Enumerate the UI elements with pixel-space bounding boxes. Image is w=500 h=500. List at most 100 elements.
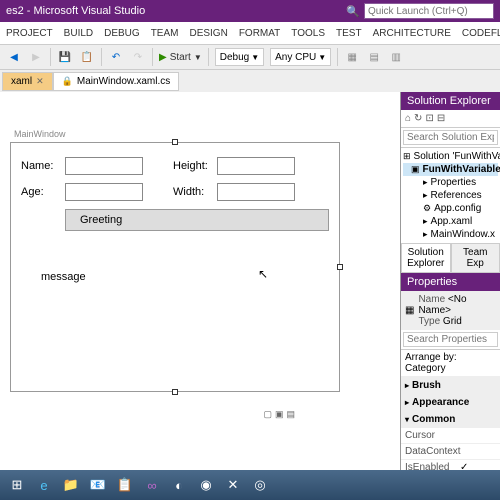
menu-team[interactable]: TEAM	[151, 28, 179, 39]
ref-icon: ▸	[423, 190, 428, 201]
cat-label: Common	[412, 414, 455, 425]
config-dropdown[interactable]: Debug ▼	[215, 48, 264, 66]
menu-project[interactable]: PROJECT	[6, 28, 53, 39]
tool-icon[interactable]: ▦	[344, 49, 360, 65]
tree-item[interactable]: ▸Properties	[403, 176, 498, 189]
quick-launch: 🔍	[346, 3, 494, 19]
age-input[interactable]	[65, 183, 143, 201]
width-label: Width:	[173, 186, 211, 198]
chevron-right-icon: ▸	[405, 398, 409, 407]
prop-cat-common[interactable]: ▾Common	[401, 411, 500, 428]
app-icon[interactable]: ◎	[247, 472, 273, 498]
start-label: Start	[170, 52, 191, 63]
solution-tree: ⊞Solution 'FunWithVariables' ▣FunWithVar…	[401, 148, 500, 243]
nav-fwd-icon[interactable]: ▶	[28, 49, 44, 65]
tab-xaml[interactable]: xaml ✕	[2, 72, 53, 91]
app-icon[interactable]: ◉	[193, 472, 219, 498]
chevron-down-icon: ▾	[405, 415, 409, 424]
save-icon[interactable]: 💾	[57, 49, 73, 65]
tree-label: App.config	[434, 203, 481, 214]
toolbar: ◀ ▶ 💾 📋 ↶ ↷ ▶ Start ▼ Debug ▼ Any CPU ▼ …	[0, 44, 500, 70]
menu-test[interactable]: TEST	[336, 28, 362, 39]
greeting-button[interactable]: Greeting	[65, 209, 329, 231]
app-icon[interactable]: 📋	[112, 472, 138, 498]
solution-explorer-title: Solution Explorer	[401, 92, 500, 110]
tool-icon[interactable]: ▥	[388, 49, 404, 65]
tree-item[interactable]: ▸References	[403, 189, 498, 202]
app-icon[interactable]: ✕	[220, 472, 246, 498]
app-icon[interactable]: ◐	[166, 472, 192, 498]
tree-solution[interactable]: ⊞Solution 'FunWithVariables'	[403, 150, 498, 163]
designer-surface[interactable]: MainWindow Name: Height: Age	[0, 92, 400, 472]
tool-icon[interactable]: ▤	[366, 49, 382, 65]
quick-launch-input[interactable]	[364, 3, 494, 19]
redo-icon[interactable]: ↷	[130, 49, 146, 65]
name-input[interactable]	[65, 157, 143, 175]
properties-title: Properties	[401, 273, 500, 291]
menu-format[interactable]: FORMAT	[239, 28, 280, 39]
cursor-icon: ↖	[258, 267, 268, 281]
tree-item[interactable]: ⚙App.config	[403, 202, 498, 215]
explorer-icon[interactable]: 📁	[58, 472, 84, 498]
tab-solution-explorer[interactable]: Solution Explorer	[401, 243, 451, 273]
chevron-down-icon: ▼	[251, 53, 259, 62]
width-input[interactable]	[217, 183, 295, 201]
menu-tools[interactable]: TOOLS	[291, 28, 325, 39]
view-icon[interactable]: ▢	[263, 409, 272, 420]
cat-label: Brush	[412, 380, 441, 391]
save-all-icon[interactable]: 📋	[79, 49, 95, 65]
prop-type-value: Grid	[443, 316, 462, 327]
solution-search-input[interactable]	[403, 130, 498, 145]
tab-team-explorer[interactable]: Team Exp	[451, 243, 500, 273]
resize-handle[interactable]	[172, 389, 178, 395]
xaml-icon: ▸	[423, 229, 428, 240]
view-icon[interactable]: ▤	[286, 409, 295, 420]
menu-debug[interactable]: DEBUG	[104, 28, 140, 39]
outlook-icon[interactable]: 📧	[85, 472, 111, 498]
menu-design[interactable]: DESIGN	[189, 28, 227, 39]
prop-datacontext-value[interactable]	[460, 446, 496, 457]
prop-cursor-value[interactable]	[460, 430, 496, 441]
menu-architecture[interactable]: ARCHITECTURE	[373, 28, 451, 39]
tab-mainwindow[interactable]: 🔒 MainWindow.xaml.cs	[53, 72, 180, 91]
undo-icon[interactable]: ↶	[108, 49, 124, 65]
platform-dropdown[interactable]: Any CPU ▼	[270, 48, 331, 66]
tree-project[interactable]: ▣FunWithVariables	[403, 163, 498, 176]
view-icon[interactable]: ▣	[275, 409, 284, 420]
resize-handle[interactable]	[337, 264, 343, 270]
document-tabs: xaml ✕ 🔒 MainWindow.xaml.cs	[0, 70, 500, 92]
menu-codeflow[interactable]: CODEFLOW	[462, 28, 500, 39]
height-input[interactable]	[217, 157, 295, 175]
prop-key: Cursor	[405, 430, 460, 441]
tree-label: App.xaml	[431, 216, 473, 227]
refresh-icon[interactable]: ↻	[414, 113, 422, 124]
tool-icon[interactable]: ⊡	[425, 113, 433, 124]
tool-icon[interactable]: ⊟	[437, 113, 445, 124]
prop-key: DataContext	[405, 446, 460, 457]
message-label: message	[41, 271, 329, 283]
start-button[interactable]: ▶ Start ▼	[159, 52, 202, 63]
prop-cat-brush[interactable]: ▸Brush	[401, 377, 500, 394]
resize-handle[interactable]	[172, 139, 178, 145]
nav-back-icon[interactable]: ◀	[6, 49, 22, 65]
ie-icon[interactable]: e	[31, 472, 57, 498]
tree-item[interactable]: ▸MainWindow.x	[403, 228, 498, 241]
prop-cat-appearance[interactable]: ▸Appearance	[401, 394, 500, 411]
solution-icon: ⊞	[403, 151, 411, 162]
tree-label: FunWithVariables	[423, 164, 500, 175]
menu-build[interactable]: BUILD	[64, 28, 93, 39]
vs-icon[interactable]: ∞	[139, 472, 165, 498]
close-icon[interactable]: ✕	[36, 76, 44, 87]
search-icon: 🔍	[346, 5, 360, 18]
design-canvas[interactable]: MainWindow Name: Height: Age	[10, 142, 340, 392]
cat-label: Appearance	[412, 397, 469, 408]
platform-label: Any CPU	[275, 52, 316, 63]
home-icon[interactable]: ⌂	[405, 113, 411, 124]
csharp-icon: ▣	[411, 164, 420, 175]
start-button[interactable]: ⊞	[4, 472, 30, 498]
tree-label: References	[431, 190, 482, 201]
arrange-by[interactable]: Arrange by: Category	[401, 350, 500, 377]
wrench-icon: ▸	[423, 177, 428, 188]
properties-search-input[interactable]	[403, 332, 498, 347]
tree-item[interactable]: ▸App.xaml	[403, 215, 498, 228]
